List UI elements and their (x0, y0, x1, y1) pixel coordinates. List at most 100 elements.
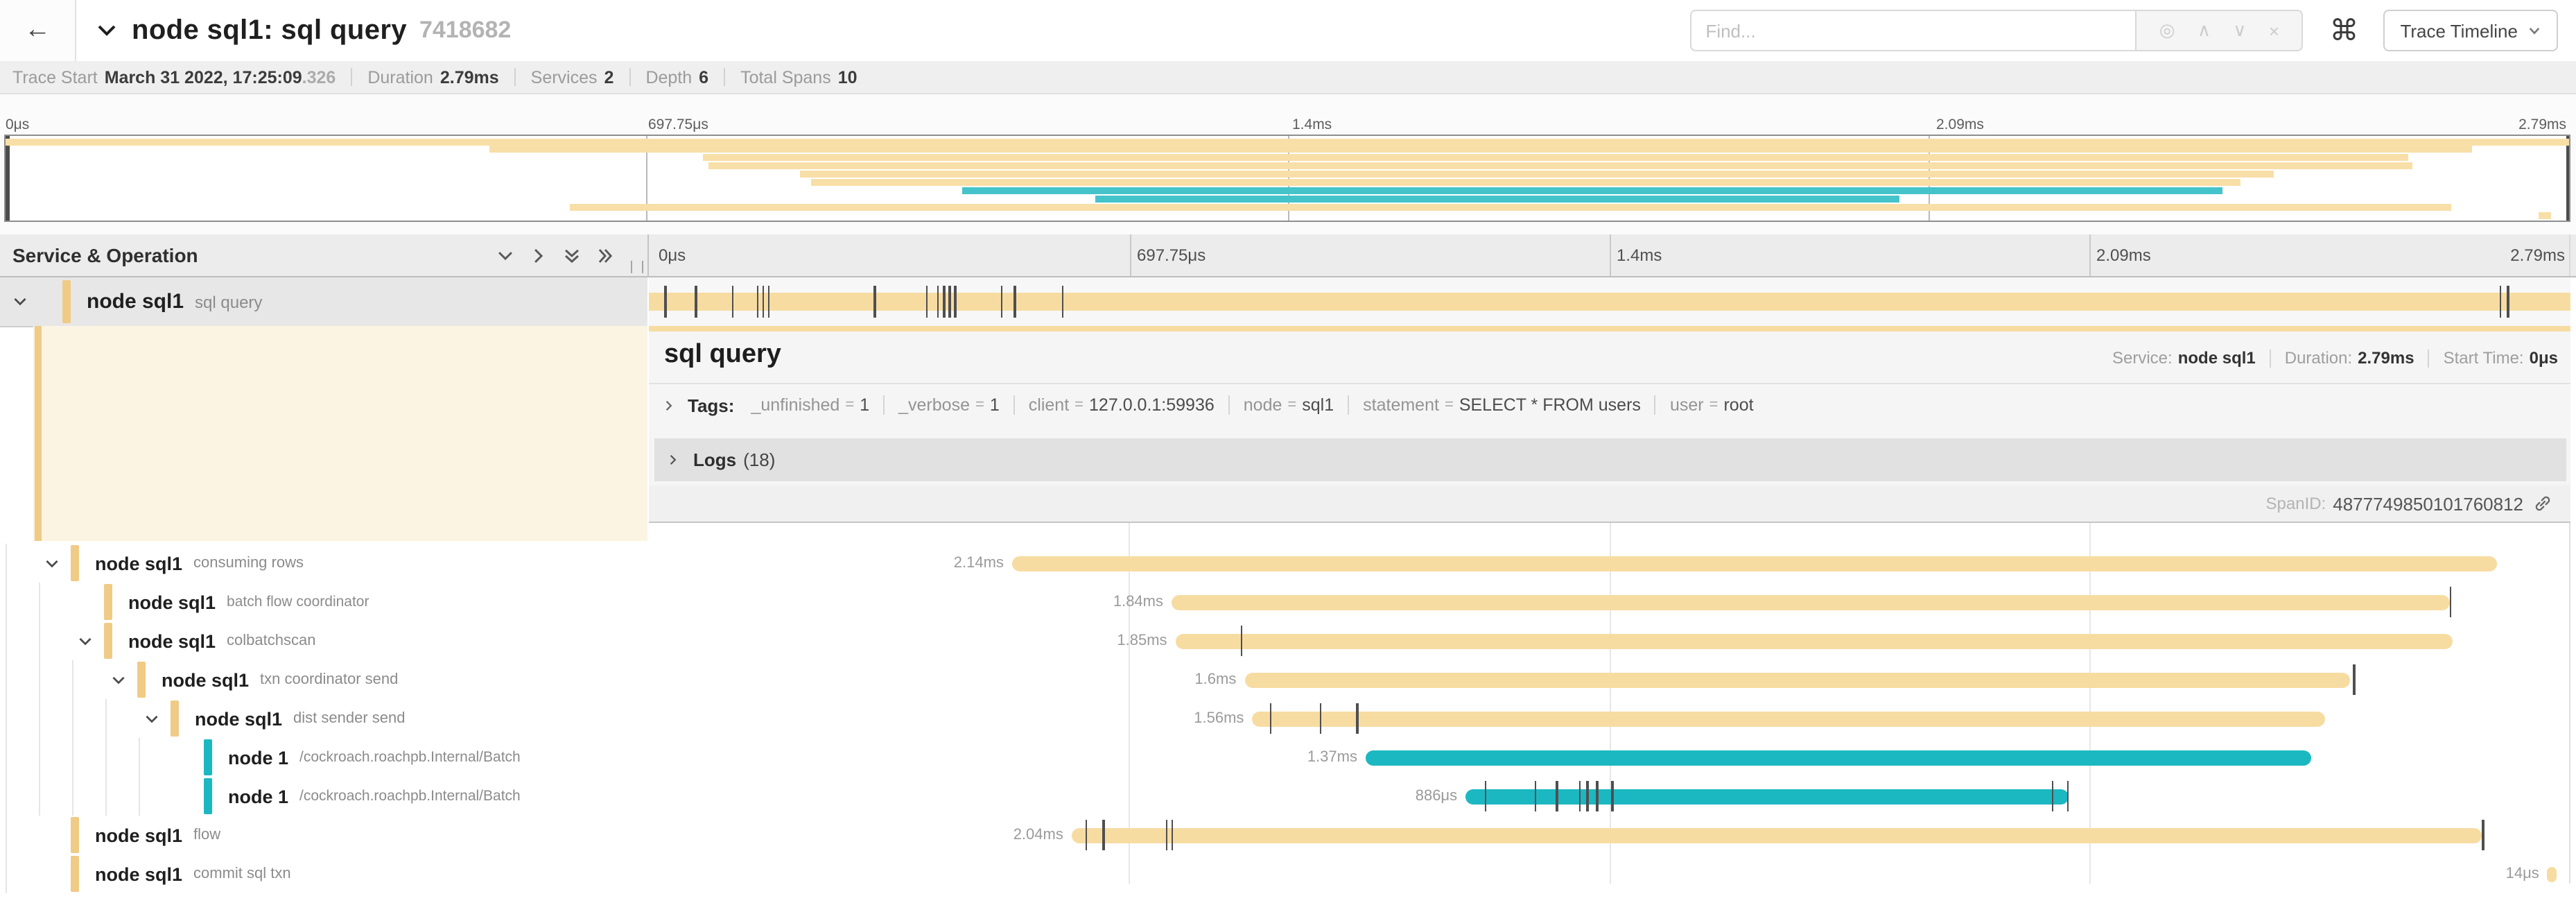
back-arrow-icon: ← (24, 15, 51, 46)
span-duration-label: 1.84ms (1113, 593, 1163, 610)
span-tree-row[interactable]: node sql1consuming rows (0, 544, 647, 584)
log-tick (2052, 781, 2054, 811)
find-input[interactable] (1690, 10, 2135, 51)
log-tick (873, 286, 876, 318)
start-time-label: Start Time: (2444, 348, 2524, 368)
row-chevron-spacer (44, 827, 61, 843)
span-tree-row[interactable]: node sql1flow (0, 816, 647, 856)
row-chevron-down-icon[interactable] (44, 555, 61, 571)
service-operation-title: Service & Operation (12, 244, 198, 266)
span-bar-row[interactable]: 1.6ms (649, 660, 2570, 699)
indent-guide (6, 738, 7, 777)
detail-divider (649, 383, 2570, 384)
tags-label: Tags: (688, 395, 734, 415)
span-color-accent (204, 778, 211, 814)
minimap-drag-handle-left[interactable] (6, 136, 9, 221)
next-result-icon[interactable]: ∨ (2233, 19, 2246, 42)
log-tick (1319, 703, 1321, 734)
tags-toggle-row[interactable]: Tags: _unfinished=1_verbose=1client=127.… (663, 390, 1754, 420)
minimap-canvas[interactable] (4, 135, 2570, 222)
span-color-accent (71, 545, 78, 581)
metadata-value: March 31 2022, 17:25:09 (105, 67, 302, 87)
span-operation-name: consuming rows (193, 555, 304, 571)
tag-key: _unfinished (751, 395, 839, 415)
span-bar-row[interactable]: 2.04ms (649, 816, 2570, 854)
span-bar-row[interactable]: 1.85ms (649, 621, 2570, 660)
prev-result-icon[interactable]: ∧ (2198, 19, 2211, 42)
span-bar-row[interactable]: 2.14ms (649, 544, 2570, 583)
span-bar[interactable] (1176, 633, 2453, 648)
span-bar[interactable] (1172, 594, 2449, 610)
indent-guide (39, 583, 40, 621)
metadata-value: 2.79ms (440, 67, 499, 87)
keyboard-shortcuts-button[interactable]: ⌘ (2321, 10, 2367, 51)
page-title: node sql1: sql query (132, 15, 407, 46)
expand-all-double-chevron-right-icon[interactable] (596, 246, 614, 264)
span-bar-row[interactable]: 886μs (649, 777, 2570, 816)
splitter-grip[interactable] (631, 261, 643, 273)
span-bar[interactable] (2548, 866, 2557, 882)
minimap-span-band (961, 187, 2222, 194)
span-tree-row-selected[interactable]: node sql1 sql query (0, 277, 647, 327)
span-bar[interactable] (1244, 672, 2349, 687)
row-chevron-down-icon[interactable] (111, 671, 128, 688)
trace-view-selector-button[interactable]: Trace Timeline (2383, 10, 2558, 51)
span-bar-row[interactable]: 1.56ms (649, 699, 2570, 738)
minimap-span-band (6, 138, 2569, 145)
span-bar-row[interactable]: 1.37ms (649, 738, 2570, 777)
span-bar[interactable] (1366, 750, 2311, 765)
trace-id: 7418682 (419, 17, 511, 44)
minimap-span-band (570, 203, 2451, 210)
tag-value: root (1723, 395, 1753, 415)
axis-gridline (1130, 234, 1131, 276)
span-bar[interactable] (1252, 711, 2324, 726)
span-detail-panel: sql query Service: node sql1 Duration: 2… (649, 326, 2570, 522)
span-color-accent (62, 280, 70, 323)
span-tree-row[interactable]: node 1/cockroach.roachpb.Internal/Batch (0, 738, 647, 778)
timeline-section-header: Service & Operation 0μs 697.75μs 1.4ms 2… (0, 234, 2576, 277)
span-color-accent (35, 326, 42, 541)
span-color-accent (204, 739, 211, 775)
tag-separator (1348, 395, 1349, 415)
span-bar[interactable] (1012, 556, 2498, 571)
tag-equals: = (1445, 397, 1454, 413)
span-tree-row[interactable]: node sql1colbatchscan (0, 621, 647, 662)
logs-toggle-row[interactable]: Logs (18) (654, 438, 2566, 481)
minimap-tick-label: 2.79ms (2518, 117, 2566, 133)
span-color-accent (104, 623, 112, 659)
span-duration-label: 1.56ms (1194, 710, 1244, 726)
indent-guide (72, 660, 73, 699)
minimap-drag-handle-right[interactable] (2566, 136, 2569, 221)
span-tree-row[interactable]: node sql1batch flow coordinator (0, 583, 647, 623)
row-chevron-down-icon[interactable] (78, 633, 94, 649)
indent-guide (39, 621, 40, 660)
expand-one-chevron-right-icon[interactable] (530, 246, 548, 264)
span-bar-row[interactable]: 14μs (649, 854, 2570, 893)
log-tick (1014, 286, 1016, 318)
link-icon[interactable] (2533, 494, 2552, 513)
indent-guide (6, 660, 7, 699)
row-chevron-down-icon[interactable] (144, 710, 161, 727)
span-tree-row[interactable]: node sql1dist sender send (0, 699, 647, 739)
tag-key: _verbose (898, 395, 970, 415)
collapse-all-double-chevron-down-icon[interactable] (563, 246, 581, 264)
span-bar-row[interactable]: 1.84ms (649, 583, 2570, 621)
span-tree-row[interactable]: node sql1txn coordinator send (0, 660, 647, 700)
collapse-trace-chevron-down-icon[interactable] (96, 19, 118, 42)
clear-find-icon[interactable]: × (2269, 20, 2279, 41)
indent-guide (6, 816, 7, 854)
locate-icon[interactable]: ◎ (2159, 19, 2175, 42)
span-tree-row[interactable]: node sql1commit sql txn (0, 854, 647, 893)
span-color-accent (71, 817, 78, 853)
span-bar-row-selected[interactable] (649, 277, 2570, 327)
collapse-one-chevron-down-icon[interactable] (496, 246, 514, 264)
trace-metadata: Trace StartMarch 31 2022, 17:25:09.326Du… (12, 67, 858, 87)
back-button[interactable]: ← (0, 0, 76, 61)
span-operation-name: /cockroach.roachpb.Internal/Batch (299, 749, 521, 766)
row-chevron-down-icon[interactable] (12, 293, 29, 310)
span-duration-label: 2.04ms (1013, 826, 1063, 843)
indent-guide (39, 777, 40, 816)
tag-item: user=root (1670, 395, 1754, 415)
span-tree-row[interactable]: node 1/cockroach.roachpb.Internal/Batch (0, 777, 647, 817)
span-bar[interactable] (1072, 827, 2482, 843)
